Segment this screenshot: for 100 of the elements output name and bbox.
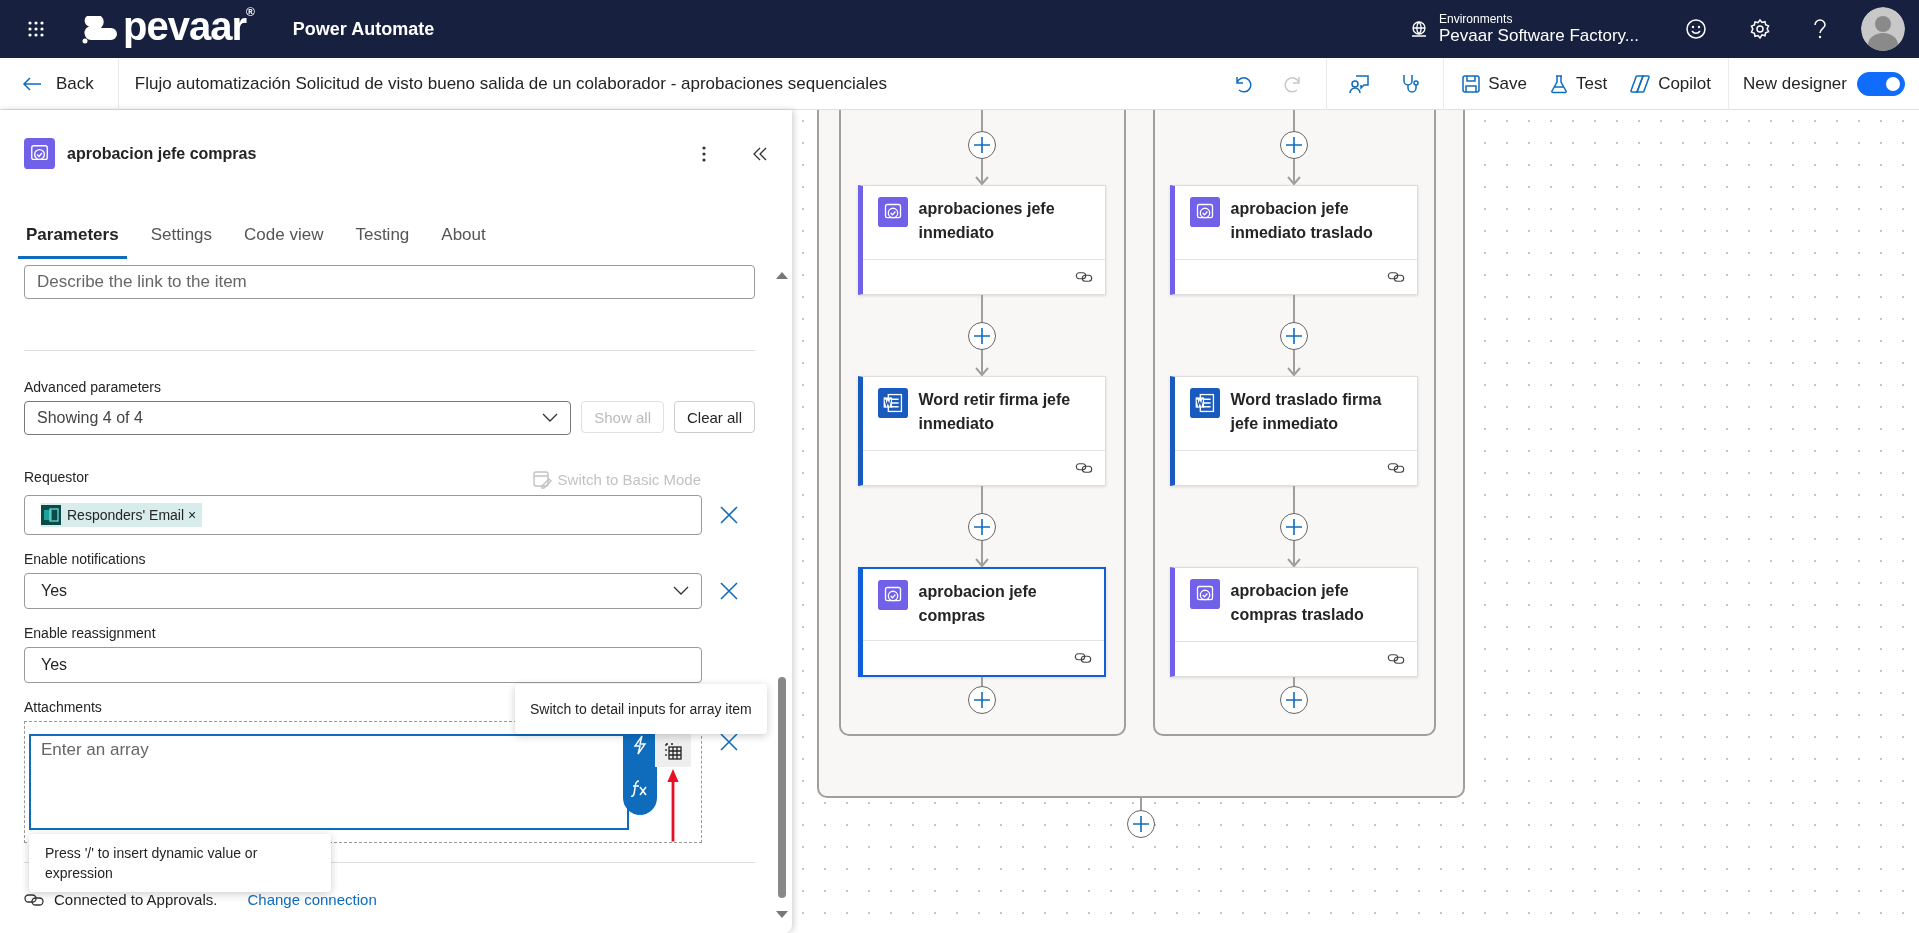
- new-designer-toggle[interactable]: [1857, 71, 1905, 96]
- link-icon: [24, 892, 44, 907]
- panel-tab[interactable]: Testing: [347, 215, 418, 259]
- connector-arrow: [1287, 159, 1302, 185]
- plus-icon: [974, 692, 991, 708]
- more-options-icon[interactable]: [702, 145, 706, 162]
- close-icon[interactable]: [720, 582, 738, 600]
- plus-icon: [1286, 519, 1303, 535]
- action-card[interactable]: Word retir firma jefe inmediato: [858, 376, 1107, 486]
- approval-icon: [1190, 197, 1221, 227]
- connector-line: [981, 295, 984, 322]
- add-step-button[interactable]: [968, 513, 997, 541]
- field-label: Requestor: [24, 469, 89, 485]
- link-icon: [1075, 271, 1094, 283]
- link-icon: [1387, 462, 1406, 474]
- dropdown-field[interactable]: Yes: [24, 573, 702, 609]
- connector-arrow: [1287, 541, 1302, 567]
- flow-title: Flujo automatización Solicitud de visto bueno salida de un colaborador - aprobaciones sequenciales: [134, 73, 888, 94]
- panel-tab[interactable]: Code view: [236, 215, 332, 259]
- advanced-parameters-dropdown[interactable]: Showing 4 of 4: [24, 401, 572, 435]
- approval-icon: [24, 138, 55, 169]
- plus-icon: [974, 137, 991, 153]
- scrollbar-thumb[interactable]: [778, 677, 786, 899]
- add-step-button[interactable]: [1280, 131, 1309, 159]
- card-title: aprobacion jefe compras traslado: [1230, 581, 1365, 625]
- close-icon[interactable]: [720, 506, 738, 524]
- card-title: aprobacion jefe inmediato traslado: [1230, 199, 1374, 243]
- collapse-icon[interactable]: [752, 145, 768, 162]
- add-step-button[interactable]: [1127, 810, 1155, 838]
- field-label: Enable reassignment: [24, 625, 156, 641]
- panel-title: aprobacion jefe compras: [67, 144, 257, 163]
- link-icon: [1074, 652, 1093, 664]
- help-icon[interactable]: [1813, 18, 1827, 40]
- clear-all-button[interactable]: Clear all: [673, 401, 755, 433]
- panel-tab[interactable]: About: [433, 215, 494, 259]
- action-card[interactable]: aprobacion jefe compras: [858, 567, 1107, 677]
- dynamic-token[interactable]: Responders' Email ×: [41, 503, 203, 527]
- avatar-icon[interactable]: [1861, 7, 1905, 51]
- approval-icon: [878, 197, 909, 227]
- action-card[interactable]: aprobacion jefe inmediato traslado: [1170, 185, 1419, 295]
- panel-tab[interactable]: Parameters: [18, 215, 127, 259]
- action-card[interactable]: aprobacion jefe compras traslado: [1170, 567, 1419, 677]
- panel-tab[interactable]: Settings: [142, 215, 221, 259]
- detail-inputs-button[interactable]: [655, 734, 691, 768]
- connector-arrow: [975, 159, 990, 185]
- connection-status: Connected to Approvals.: [54, 891, 218, 908]
- add-step-button[interactable]: [1280, 513, 1309, 541]
- plus-icon: [1286, 692, 1303, 708]
- new-designer-label: New designer: [1743, 73, 1847, 94]
- table-icon: [663, 740, 683, 761]
- link-icon: [1075, 462, 1094, 474]
- brand-name: pevaar$^{®}$: [123, 6, 255, 46]
- action-card[interactable]: aprobaciones jefe inmediato: [858, 185, 1107, 295]
- save-icon: [1461, 73, 1482, 94]
- document-icon: [878, 388, 909, 418]
- detail-tooltip: Switch to detail inputs for array item: [515, 684, 767, 734]
- link-icon: [1387, 271, 1406, 283]
- flask-icon: [1548, 73, 1569, 94]
- field-label: Enable notifications: [24, 551, 146, 567]
- environment-picker[interactable]: Environments Pevaar Software Factory...: [1439, 12, 1639, 46]
- array-field[interactable]: Enter an array: [29, 734, 629, 830]
- change-connection-link[interactable]: Change connection: [247, 891, 377, 908]
- copilot-button[interactable]: Copilot: [1629, 72, 1712, 95]
- scroll-down-icon[interactable]: [776, 911, 788, 919]
- add-step-button[interactable]: [1280, 686, 1309, 714]
- connector-line: [1293, 295, 1296, 322]
- add-step-button[interactable]: [968, 131, 997, 159]
- field-label: Advanced parameters: [24, 379, 161, 395]
- requestor-field[interactable]: Responders' Email ×: [24, 495, 702, 535]
- app-launcher-icon[interactable]: [27, 20, 45, 38]
- settings-icon[interactable]: [1749, 18, 1771, 40]
- function-icon[interactable]: [630, 779, 650, 797]
- logo-icon: [81, 14, 117, 44]
- chevron-down-icon: [673, 586, 689, 596]
- approval-icon: [1190, 579, 1221, 609]
- plus-icon: [974, 328, 991, 344]
- add-step-button[interactable]: [1280, 322, 1309, 350]
- lightning-icon[interactable]: [632, 735, 648, 755]
- hint-tooltip: Press '/' to insert dynamic value or expression: [29, 834, 331, 892]
- save-button[interactable]: Save: [1461, 73, 1527, 94]
- field-label: Attachments: [24, 699, 102, 715]
- add-step-button[interactable]: [968, 322, 997, 350]
- card-title: aprobacion jefe compras: [918, 582, 1038, 626]
- plus-icon: [974, 519, 991, 535]
- app-name: Power Automate: [292, 18, 435, 40]
- globe-icon: [1409, 19, 1429, 39]
- test-button[interactable]: Test: [1548, 73, 1608, 94]
- approval-icon: [878, 580, 909, 610]
- card-title: aprobaciones jefe inmediato: [918, 199, 1056, 243]
- chevron-down-icon: [542, 413, 559, 423]
- edit-icon: [531, 469, 552, 489]
- action-card[interactable]: Word traslado firma jefe inmediato: [1170, 376, 1419, 486]
- link-icon: [1387, 653, 1406, 665]
- scroll-up-icon[interactable]: [776, 271, 788, 279]
- link-description-field[interactable]: Describe the link to the item: [24, 265, 755, 299]
- dropdown-field[interactable]: Yes: [24, 647, 702, 683]
- back-button[interactable]: Back: [22, 73, 112, 94]
- close-icon[interactable]: [720, 733, 738, 751]
- smiley-icon[interactable]: [1685, 18, 1707, 40]
- add-step-button[interactable]: [968, 686, 997, 714]
